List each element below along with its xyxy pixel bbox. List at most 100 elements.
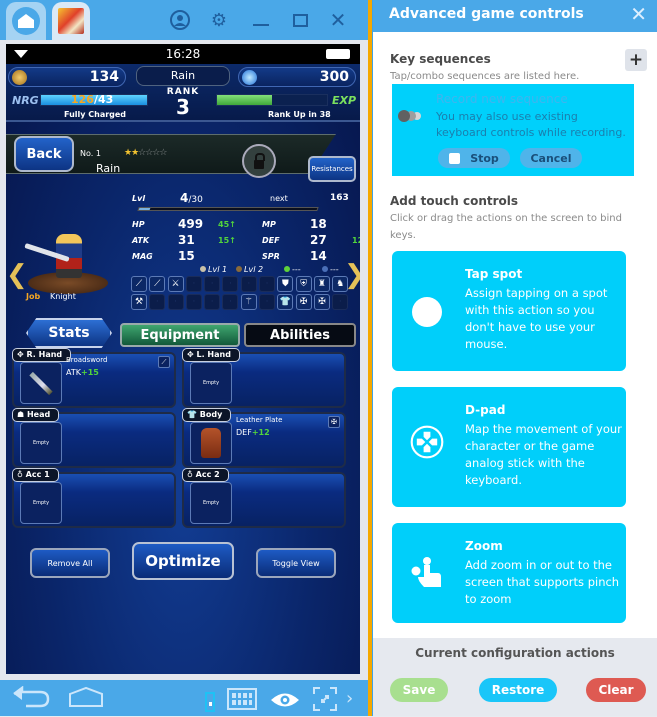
add-sequence-button[interactable]: + xyxy=(625,49,647,71)
plus-icon: + xyxy=(628,50,644,70)
panel-header: Advanced game controls ✕ xyxy=(373,0,657,32)
slot-item-image: Empty xyxy=(20,422,62,464)
legend-dot-icon xyxy=(200,266,206,272)
emulator-window: ⚙ ✕ 16:28 134 300 Rain RANK 3 NRG 126/43… xyxy=(0,0,368,716)
account-icon[interactable] xyxy=(168,8,192,32)
cancel-button[interactable]: Cancel xyxy=(520,148,582,168)
android-status-bar: 16:28 xyxy=(6,44,360,64)
slot-item-image: Empty xyxy=(190,482,232,524)
lapis-counter: 300 xyxy=(238,67,356,87)
tab-stats[interactable]: Stats xyxy=(26,318,112,348)
legend-dot-icon xyxy=(322,266,328,272)
fullscreen-icon[interactable] xyxy=(312,686,338,717)
dpad-icon xyxy=(410,425,444,459)
stop-icon xyxy=(449,152,461,164)
stat-label: DEF xyxy=(262,236,280,245)
empty-text: Empty xyxy=(202,380,220,386)
pinch-zoom-icon xyxy=(410,555,444,589)
heavy-armor-icon: ✠ xyxy=(313,294,330,310)
minimize-icon[interactable] xyxy=(249,8,273,32)
greatsword-icon: ⚔ xyxy=(167,276,184,292)
helm-icon: ♞ xyxy=(332,276,349,292)
item-name: Leather Plate xyxy=(236,416,283,424)
hat-icon: ♜ xyxy=(313,276,330,292)
whip-icon: · xyxy=(185,294,202,310)
close-icon[interactable]: ✕ xyxy=(326,8,350,32)
home-icon xyxy=(12,7,40,35)
stat-value: 14 xyxy=(310,249,327,263)
equip-slot-acc-1[interactable]: ♁ Acc 1 Empty xyxy=(12,468,176,528)
tab-abilities[interactable]: Abilities xyxy=(244,323,356,347)
stop-button[interactable]: Stop xyxy=(438,148,510,168)
equip-slot-l-hand[interactable]: ✥ L. Hand Empty xyxy=(182,348,346,408)
keymap-icon[interactable] xyxy=(205,692,215,712)
stat-label: ATK xyxy=(132,236,150,245)
equip-slot-body[interactable]: 👕 Body Leather Plate DEF+12 ✠ xyxy=(182,408,346,468)
exp-bar xyxy=(216,94,328,106)
tab-equipment[interactable]: Equipment xyxy=(120,323,240,347)
home-tab[interactable] xyxy=(6,2,46,40)
record-description: You may also use existing keyboard contr… xyxy=(436,110,626,139)
bow-icon: · xyxy=(240,276,257,292)
record-toggle[interactable] xyxy=(398,110,426,122)
rank-up-text: Rank Up in 38 xyxy=(268,110,331,119)
keyboard-icon[interactable] xyxy=(227,688,257,710)
stat-label: MP xyxy=(262,220,276,229)
stat-row-mp: MP 18 xyxy=(262,217,360,231)
game-screen[interactable]: 16:28 134 300 Rain RANK 3 NRG 126/43 Ful… xyxy=(6,44,360,674)
lock-icon[interactable] xyxy=(242,144,276,178)
nrg-label: NRG xyxy=(12,94,39,107)
equip-slot-r-hand[interactable]: ✥ R. Hand Broadsword ATK+15 ⟋ xyxy=(12,348,176,408)
close-icon[interactable]: ✕ xyxy=(630,2,647,26)
stat-bonus: 12↑ xyxy=(352,236,360,245)
gear-icon[interactable]: ⚙ xyxy=(207,8,231,32)
stat-label: SPR xyxy=(262,252,280,261)
clear-button[interactable]: Clear xyxy=(586,678,646,702)
equipable-types-grid: ⟋ ⟋ ⚔ · · · · · ⛊ ⛨ ♜ ♞ ⚒ · · · · · ⚚ · 👕 ✠ ✠ · xyxy=(131,276,351,310)
legend-dot-icon xyxy=(284,266,290,272)
legend-item: Lvl 1 xyxy=(200,265,227,274)
job-label: Job xyxy=(26,292,41,301)
prev-unit-arrow[interactable]: ❮ xyxy=(6,260,28,290)
zoom-card[interactable]: Zoom Add zoom in or out to the screen th… xyxy=(392,523,626,623)
equip-slot-acc-2[interactable]: ♁ Acc 2 Empty xyxy=(182,468,346,528)
back-button[interactable]: Back xyxy=(14,136,74,172)
katana-icon: · xyxy=(185,276,202,292)
stat-label: MAG xyxy=(132,252,153,261)
level-value: 4/30 xyxy=(180,191,203,205)
unit-portrait xyxy=(20,230,110,300)
card-title: Tap spot xyxy=(465,267,523,281)
restore-button[interactable]: Restore xyxy=(479,678,557,702)
save-button[interactable]: Save xyxy=(390,678,448,702)
tap-spot-card[interactable]: Tap spot Assign tapping on a spot with t… xyxy=(392,251,626,371)
stat-row-atk: ATK 31 15↑ xyxy=(132,233,236,247)
config-actions-footer: Current configuration actions Save Resto… xyxy=(373,638,657,716)
toggle-view-button[interactable]: Toggle View xyxy=(256,548,336,578)
stat-value: 15 xyxy=(178,249,195,263)
equip-slot-head[interactable]: ☗ Head Empty xyxy=(12,408,176,468)
home-icon[interactable] xyxy=(68,686,104,713)
stat-row-mag: MAG 15 xyxy=(132,249,232,263)
hammer-icon: ⚒ xyxy=(131,294,147,310)
level-progress-bar xyxy=(137,207,319,211)
empty-text: Empty xyxy=(32,500,50,506)
job-name: Knight xyxy=(50,292,76,301)
nrg-current: 126 xyxy=(71,93,94,106)
remove-all-button[interactable]: Remove All xyxy=(30,548,110,578)
resistances-button[interactable]: Resistances xyxy=(308,156,356,182)
maximize-icon[interactable] xyxy=(288,8,312,32)
eye-icon[interactable] xyxy=(270,690,300,714)
touch-controls-subtitle: Click or drag the actions on the screen … xyxy=(390,213,622,241)
legend-item: Lvl 2 xyxy=(236,265,263,274)
stat-value: 499 xyxy=(178,217,204,231)
optimize-button[interactable]: Optimize xyxy=(132,542,234,580)
chevron-right-icon[interactable]: › xyxy=(346,688,353,709)
record-sequence-box: Record new sequence You may also use exi… xyxy=(392,84,634,176)
lapis-gem-icon xyxy=(242,70,257,85)
game-tab[interactable] xyxy=(52,2,90,40)
harp-icon: · xyxy=(167,294,184,310)
slot-item-image: Empty xyxy=(190,362,232,404)
dpad-card[interactable]: D-pad Map the movement of your character… xyxy=(392,387,626,507)
empty-text: Empty xyxy=(32,440,50,446)
back-icon[interactable] xyxy=(12,685,50,713)
